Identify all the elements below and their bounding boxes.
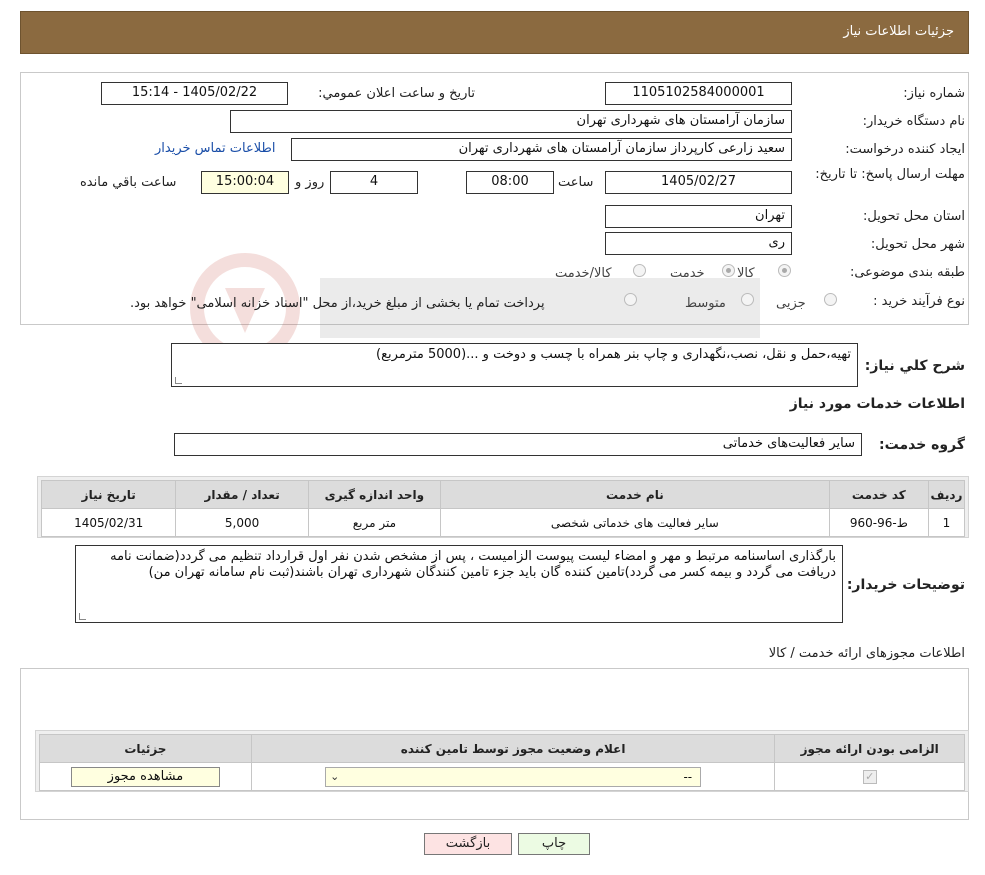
summary-label: شرح کلي نياز: bbox=[864, 358, 965, 374]
need-number-label: شماره نیاز: bbox=[903, 86, 965, 101]
process-radio-medium[interactable] bbox=[741, 293, 754, 306]
cell-permit-required: ✓ bbox=[774, 762, 965, 791]
province-field: تهران bbox=[605, 205, 792, 228]
deadline-date-field: 1405/02/27 bbox=[605, 171, 792, 194]
table-row: ✓ -- ⌄ مشاهده مجوز bbox=[39, 762, 965, 791]
chevron-down-icon: ⌄ bbox=[330, 769, 340, 783]
view-permit-button[interactable]: مشاهده مجوز bbox=[70, 766, 220, 787]
process-radio-minor[interactable] bbox=[824, 293, 837, 306]
resize-handle-icon[interactable] bbox=[79, 613, 86, 620]
deadline-time-field: 08:00 bbox=[466, 171, 554, 194]
city-field: ری bbox=[605, 232, 792, 255]
cell-date: 1405/02/31 bbox=[40, 508, 177, 537]
summary-textarea[interactable]: تهیه،حمل و نقل، نصب،نگهداری و چاپ بنر هم… bbox=[171, 343, 858, 387]
permit-status-select[interactable]: -- ⌄ bbox=[325, 766, 702, 787]
process-radio-treasury[interactable] bbox=[624, 293, 637, 306]
col-code: کد خدمت bbox=[828, 480, 929, 509]
services-table-wrap: رديف کد خدمت نام خدمت واحد اندازه گيری ت… bbox=[37, 476, 969, 538]
days-label: روز و bbox=[295, 175, 325, 190]
process-label: نوع فرآیند خرید : bbox=[873, 294, 965, 309]
buyer-notes-text: بارگذاری اساسنامه مرتبط و مهر و امضاء لی… bbox=[110, 549, 836, 580]
col-permit-status: اعلام وضعیت مجوز توسط تامین کننده bbox=[250, 734, 776, 763]
summary-text: تهیه،حمل و نقل، نصب،نگهداری و چاپ بنر هم… bbox=[376, 347, 851, 362]
days-field: 4 bbox=[330, 171, 418, 194]
services-title: اطلاعات خدمات مورد نياز bbox=[789, 396, 965, 412]
cell-index: 1 bbox=[927, 508, 966, 537]
resize-handle-icon[interactable] bbox=[175, 377, 182, 384]
buyer-notes-label: توضيحات خريدار: bbox=[846, 577, 965, 593]
province-label: استان محل تحویل: bbox=[863, 209, 965, 224]
announce-field: 1405/02/22 - 15:14 bbox=[101, 82, 288, 105]
services-table: رديف کد خدمت نام خدمت واحد اندازه گيری ت… bbox=[40, 480, 966, 537]
process-option-medium: متوسط bbox=[685, 296, 726, 311]
category-radio-goods[interactable] bbox=[778, 264, 791, 277]
service-group-field: سایر فعالیت‌های خدماتی bbox=[174, 433, 862, 456]
page-header: جزئیات اطلاعات نیاز bbox=[20, 11, 969, 54]
contact-buyer-link[interactable]: اطلاعات تماس خريدار bbox=[155, 141, 275, 156]
cell-permit-status: -- ⌄ bbox=[250, 762, 776, 791]
buyer-org-field: سازمان آرامستان های شهرداری تهران bbox=[230, 110, 792, 133]
col-permit-required: الزامی بودن ارائه مجوز bbox=[774, 734, 965, 763]
col-permit-details: جزئیات bbox=[39, 734, 252, 763]
col-name: نام خدمت bbox=[440, 480, 830, 509]
creator-field: سعید زارعی کارپرداز سازمان آرامستان های … bbox=[291, 138, 792, 161]
need-number-field: 1105102584000001 bbox=[605, 82, 792, 105]
col-date: تاريخ نياز bbox=[40, 480, 177, 509]
buyer-org-label: نام دستگاه خريدار: bbox=[862, 114, 965, 129]
category-option-goods: کالا bbox=[737, 266, 755, 281]
creator-label: ايجاد کننده درخواست: bbox=[845, 142, 965, 157]
cell-code: ط-96-960 bbox=[828, 508, 929, 537]
buyer-notes-textarea[interactable]: بارگذاری اساسنامه مرتبط و مهر و امضاء لی… bbox=[75, 545, 843, 623]
permits-table-wrap: الزامی بودن ارائه مجوز اعلام وضعیت مجوز … bbox=[35, 730, 969, 792]
table-row: 1 ط-96-960 سایر فعالیت های خدماتی شخصی م… bbox=[40, 508, 966, 537]
back-button[interactable]: بازگشت bbox=[424, 833, 512, 855]
permit-status-value: -- bbox=[683, 769, 693, 784]
cell-qty: 5,000 bbox=[175, 508, 309, 537]
page-title: جزئیات اطلاعات نیاز bbox=[843, 24, 954, 39]
category-label: طبقه بندی موضوعی: bbox=[849, 265, 965, 280]
col-qty: تعداد / مقدار bbox=[175, 480, 309, 509]
category-radio-service[interactable] bbox=[722, 264, 735, 277]
print-button[interactable]: چاپ bbox=[518, 833, 590, 855]
service-group-label: گروه خدمت: bbox=[879, 437, 965, 453]
category-radio-both[interactable] bbox=[633, 264, 646, 277]
announce-label: تاریخ و ساعت اعلان عمومي: bbox=[318, 86, 475, 101]
process-note: پرداخت تمام يا بخشی از مبلغ خريد،از محل … bbox=[130, 296, 545, 311]
col-index: رديف bbox=[927, 480, 966, 509]
cell-permit-details: مشاهده مجوز bbox=[39, 762, 252, 791]
remaining-label: ساعت باقي مانده bbox=[80, 175, 177, 190]
deadline-label: مهلت ارسال پاسخ: تا تاريخ: bbox=[815, 167, 965, 182]
time-label: ساعت bbox=[558, 175, 594, 190]
permits-table: الزامی بودن ارائه مجوز اعلام وضعیت مجوز … bbox=[39, 734, 965, 791]
city-label: شهر محل تحویل: bbox=[870, 237, 965, 252]
permits-title: اطلاعات مجوزهای ارائه خدمت / کالا bbox=[768, 646, 965, 661]
category-option-service: خدمت bbox=[670, 266, 705, 281]
cell-unit: متر مربع bbox=[307, 508, 442, 537]
process-option-minor: جزیی bbox=[776, 296, 806, 311]
required-checkbox[interactable]: ✓ bbox=[862, 770, 877, 784]
category-option-both: کالا/خدمت bbox=[555, 266, 612, 281]
remaining-time-field: 15:00:04 bbox=[201, 171, 289, 194]
cell-name: سایر فعالیت های خدماتی شخصی bbox=[440, 508, 830, 537]
col-unit: واحد اندازه گيری bbox=[307, 480, 442, 509]
